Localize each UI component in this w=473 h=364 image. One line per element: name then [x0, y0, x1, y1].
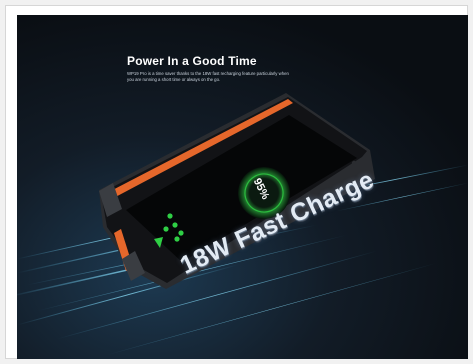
banner-title: Power In a Good Time [127, 54, 257, 68]
product-banner: Power In a Good Time WP19 Pro is a time … [17, 15, 468, 359]
banner-description: WP19 Pro is a time saver thanks to the 1… [127, 71, 289, 82]
